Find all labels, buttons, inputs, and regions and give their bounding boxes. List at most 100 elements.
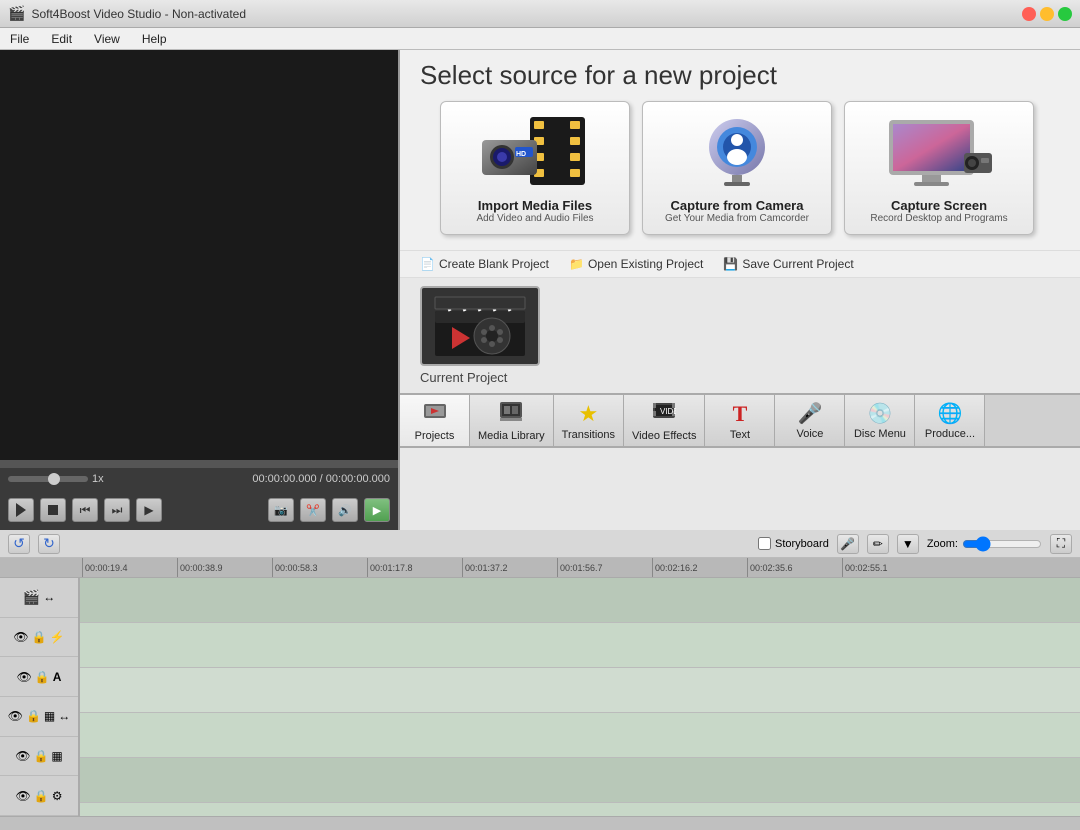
window-controls (1022, 7, 1072, 21)
projects-icon (423, 400, 447, 428)
track-row-2[interactable] (80, 668, 1080, 713)
close-button[interactable] (1022, 7, 1036, 21)
track-resize-3[interactable]: ↔ (58, 709, 70, 723)
speed-slider[interactable] (8, 476, 88, 482)
menu-file[interactable]: File (6, 30, 33, 48)
track-row-4[interactable] (80, 758, 1080, 803)
main-area: 1x 00:00:00.000 / 00:00:00.000 ⏮ ⏭ ▶ (0, 50, 1080, 530)
create-blank-project-button[interactable]: 📄 Create Blank Project (420, 257, 549, 271)
menu-view[interactable]: View (90, 30, 124, 48)
fit-button[interactable]: ⛶ (1050, 534, 1072, 554)
track-lock-1[interactable]: 🔒 (32, 630, 47, 644)
tab-projects-label: Projects (415, 430, 455, 442)
green-button[interactable]: ▶ (364, 498, 390, 522)
redo-button[interactable]: ↻ (38, 534, 60, 554)
storyboard-label: Storyboard (775, 538, 829, 550)
undo-button[interactable]: ↺ (8, 534, 30, 554)
fast-forward-end-button[interactable]: ⏭ (104, 498, 130, 522)
track-row-5[interactable] (80, 803, 1080, 816)
speed-control[interactable]: 1x (8, 473, 104, 485)
microphone-button[interactable]: 🎤 (837, 534, 859, 554)
timeline-toolbar-right: Storyboard 🎤 ✏ ▼ Zoom: ⛶ (758, 534, 1072, 554)
tab-disc-menu[interactable]: 💿 Disc Menu (845, 395, 915, 446)
tab-projects[interactable]: Projects (400, 395, 470, 446)
produce-icon: 🌐 (938, 401, 963, 426)
track-lock-5[interactable]: 🔒 (34, 789, 49, 803)
track-eye-4[interactable]: 👁 (15, 749, 30, 763)
tab-media-library-label: Media Library (478, 430, 545, 442)
track-text-2[interactable]: A (53, 670, 62, 684)
track-row-1[interactable] (80, 623, 1080, 668)
progress-bar[interactable] (0, 460, 398, 468)
import-media-icon: HD (475, 112, 595, 192)
zoom-control: Zoom: (927, 536, 1042, 552)
menu-help[interactable]: Help (138, 30, 171, 48)
capture-screen-card[interactable]: Capture Screen Record Desktop and Progra… (844, 101, 1034, 235)
track-lock-4[interactable]: 🔒 (33, 749, 48, 763)
source-options: HD Import Media Files Add Video and Audi… (420, 101, 1060, 245)
audio-button[interactable]: 🔊 (332, 498, 358, 522)
track-label-3: 👁 🔒 ▦ ↔ (0, 697, 78, 737)
pencil-button[interactable]: ✏ (867, 534, 889, 554)
track-lock-2[interactable]: 🔒 (35, 670, 50, 684)
track-audio-5[interactable]: ⚙ (52, 789, 63, 803)
tab-video-effects-label: Video Effects (632, 430, 696, 442)
tab-text[interactable]: T Text (705, 395, 775, 446)
capture-screen-title: Capture Screen (891, 198, 987, 213)
open-existing-project-button[interactable]: 📁 Open Existing Project (569, 257, 703, 271)
track-row-3[interactable] (80, 713, 1080, 758)
timeline-ruler: 00:00:19.4 00:00:38.9 00:00:58.3 00:01:1… (0, 558, 1080, 578)
capture-camera-card[interactable]: Capture from Camera Get Your Media from … (642, 101, 832, 235)
maximize-button[interactable] (1058, 7, 1072, 21)
menu-edit[interactable]: Edit (47, 30, 76, 48)
track-vid-4[interactable]: ▦ (51, 749, 62, 763)
disc-menu-icon: 💿 (868, 401, 893, 426)
stop-icon (48, 505, 58, 515)
pencil-dropdown[interactable]: ▼ (897, 534, 919, 554)
capture-camera-icon (677, 112, 797, 192)
storyboard-control[interactable]: Storyboard (758, 537, 829, 550)
current-project-section: Current Project (400, 278, 1080, 393)
timeline-area: ↺ ↻ Storyboard 🎤 ✏ ▼ Zoom: ⛶ 00:00:19.4 … (0, 530, 1080, 830)
create-blank-icon: 📄 (420, 257, 435, 271)
next-frame-button[interactable]: ▶ (136, 498, 162, 522)
track-content (80, 578, 1080, 816)
ruler-mark-8: 00:02:55.1 (842, 558, 937, 577)
track-vid-3[interactable]: ▦ (44, 709, 55, 723)
track-eye-5[interactable]: 👁 (16, 789, 31, 803)
import-media-card[interactable]: HD Import Media Files Add Video and Audi… (440, 101, 630, 235)
green-icon: ▶ (373, 504, 381, 517)
current-project-thumb[interactable] (420, 286, 540, 366)
rewind-start-button[interactable]: ⏮ (72, 498, 98, 522)
tab-produce[interactable]: 🌐 Produce... (915, 395, 985, 446)
storyboard-checkbox[interactable] (758, 537, 771, 550)
clip-button[interactable]: ✂️ (300, 498, 326, 522)
track-eye-1[interactable]: 👁 (13, 630, 28, 644)
track-filter-1[interactable]: ⚡ (50, 630, 65, 644)
track-icon-resize[interactable]: ↔ (43, 590, 55, 604)
zoom-slider[interactable] (962, 536, 1042, 552)
save-current-project-button[interactable]: 💾 Save Current Project (723, 257, 853, 271)
tab-transitions[interactable]: ★ Transitions (554, 395, 624, 446)
track-eye-3[interactable]: 👁 (8, 709, 23, 723)
import-media-subtitle: Add Video and Audio Files (476, 213, 593, 224)
minimize-button[interactable] (1040, 7, 1054, 21)
tab-voice[interactable]: 🎤 Voice (775, 395, 845, 446)
track-eye-2[interactable]: 👁 (17, 670, 32, 684)
play-icon (16, 503, 26, 517)
tab-video-effects[interactable]: VIDEO Video Effects (624, 395, 705, 446)
current-project-item[interactable]: Current Project (420, 286, 540, 385)
fast-forward-end-icon: ⏭ (112, 503, 123, 518)
open-existing-label: Open Existing Project (588, 257, 703, 271)
timeline-scrollbar[interactable] (0, 816, 1080, 830)
stop-button[interactable] (40, 498, 66, 522)
timeline-tracks: 🎬 ↔ 👁 🔒 ⚡ 👁 🔒 A 👁 🔒 ▦ ↔ 👁 🔒 (0, 578, 1080, 816)
track-row-0[interactable] (80, 578, 1080, 623)
video-preview (0, 50, 398, 460)
create-blank-label: Create Blank Project (439, 257, 549, 271)
app-icon: 🎬 (8, 5, 25, 22)
tab-media-library[interactable]: Media Library (470, 395, 554, 446)
track-lock-3[interactable]: 🔒 (26, 709, 41, 723)
play-button[interactable] (8, 498, 34, 522)
snap-button[interactable]: 📷 (268, 498, 294, 522)
